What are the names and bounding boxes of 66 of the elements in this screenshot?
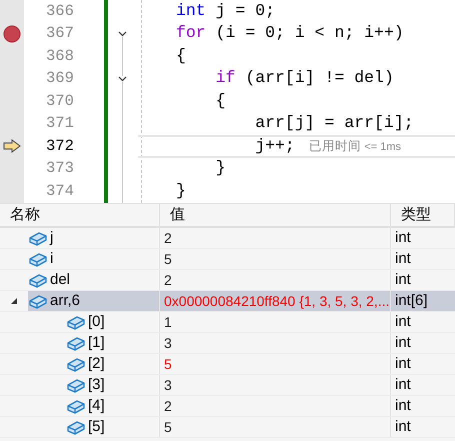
collapse-chevron-icon[interactable]	[118, 76, 127, 82]
variable-icon	[66, 314, 86, 330]
variable-icon	[28, 293, 48, 309]
variable-name: [3]	[88, 374, 105, 395]
variable-name: [0]	[88, 312, 105, 332]
line-number: 368	[46, 46, 74, 67]
variable-value: 5	[164, 250, 172, 268]
variable-value: 2	[164, 270, 172, 290]
variable-type: int	[395, 374, 411, 395]
variable-name: i	[50, 248, 54, 269]
code-line: {	[214, 90, 226, 112]
variable-value: 3	[164, 334, 172, 352]
variable-type: int	[395, 332, 411, 353]
variable-name: [1]	[88, 332, 105, 353]
variable-value: 2	[164, 396, 172, 416]
column-header[interactable]: 类型	[391, 204, 455, 226]
variable-type: int	[395, 228, 411, 248]
line-number: 374	[46, 180, 74, 202]
variable-icon	[66, 419, 86, 435]
variable-value: 5	[164, 418, 172, 436]
variable-type: int	[395, 396, 411, 416]
code-line: {	[176, 44, 186, 67]
line-number: 373	[46, 158, 74, 180]
code-line: if (arr[i] != del)	[214, 67, 394, 90]
variable-icon	[66, 377, 86, 393]
variable-value: 1	[164, 312, 172, 332]
variable-icon	[28, 272, 48, 288]
variable-icon	[28, 230, 48, 246]
code-line: arr[j] = arr[i];	[254, 112, 414, 134]
line-number: 369	[46, 68, 74, 90]
line-number: 371	[46, 113, 74, 134]
variable-type: int[6]	[395, 290, 428, 311]
variable-type: int	[395, 270, 411, 290]
variable-icon	[28, 251, 48, 267]
variable-name: j	[50, 228, 54, 248]
variable-value: 5	[164, 354, 172, 374]
code-line: for (i = 0; i < n; i++)	[176, 22, 404, 44]
variable-icon	[66, 356, 86, 372]
breakpoint-icon[interactable]	[3, 24, 21, 43]
variable-name: arr,6	[50, 290, 80, 311]
column-header[interactable]: 值	[160, 204, 391, 226]
variable-value: 3	[164, 376, 172, 394]
code-line: int j = 0;	[176, 0, 276, 22]
line-number: 367	[46, 23, 74, 44]
code-line: }	[176, 180, 186, 202]
expand-triangle-icon[interactable]	[10, 297, 18, 305]
variable-name: [2]	[88, 354, 105, 374]
line-number: 372	[46, 136, 74, 157]
variable-name: [4]	[88, 396, 105, 416]
variable-type: int	[395, 416, 411, 437]
variable-type: int	[395, 354, 411, 374]
variable-name: del	[50, 270, 70, 290]
code-line: }	[214, 157, 226, 180]
variable-value: 2	[164, 228, 172, 248]
variable-name: [5]	[88, 416, 105, 437]
variable-value: 0x00000084210ff840 {1, 3, 5, 3, 2,...	[164, 292, 390, 311]
perf-tip: 已用时间 <= 1ms	[308, 138, 401, 155]
code-line: j++;	[254, 134, 295, 157]
column-header[interactable]: 名称	[0, 204, 160, 226]
variable-icon	[66, 335, 86, 351]
variable-type: int	[395, 248, 411, 269]
variable-type: int	[395, 312, 411, 332]
collapse-chevron-icon[interactable]	[118, 30, 127, 37]
variable-icon	[66, 398, 86, 414]
line-number: 366	[46, 0, 74, 22]
line-number: 370	[46, 90, 74, 112]
